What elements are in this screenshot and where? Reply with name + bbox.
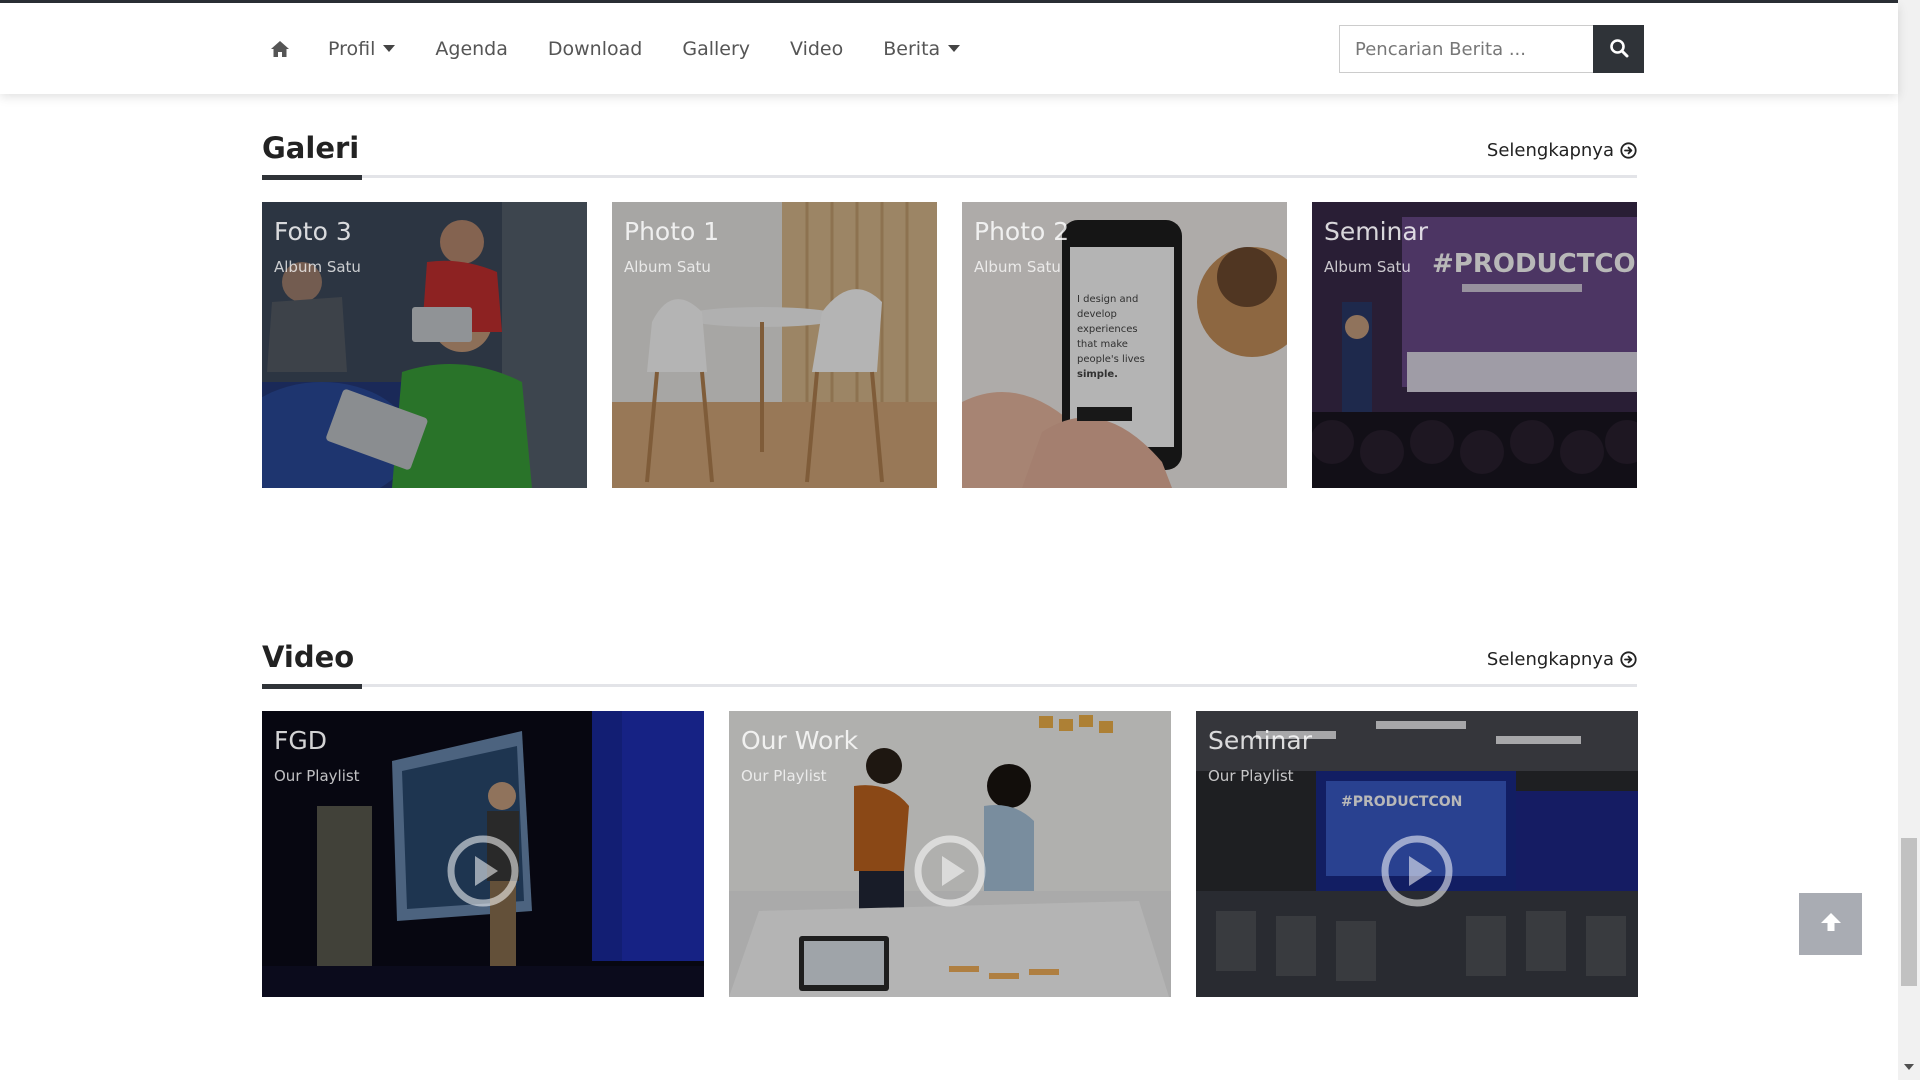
scroll-down-arrow-icon[interactable] [1904,1064,1914,1070]
gallery-card[interactable]: Photo 1 Album Satu [612,202,937,488]
card-subtitle: Our Playlist [1208,767,1294,785]
nav-item-berita[interactable]: Berita [883,37,961,60]
video-card[interactable]: #PRODUCTCON Seminar Our Playlist [1196,711,1638,997]
gallery-more-link[interactable]: Selengkapnya [1487,140,1637,161]
nav-item-label: Gallery [682,37,751,60]
scrollbar[interactable] [1898,0,1920,1080]
caret-down-icon [948,45,961,52]
card-subtitle: Album Satu [1324,258,1411,276]
gallery-card[interactable]: I design and develop experiences that ma… [962,202,1287,488]
card-title: Seminar [1324,217,1428,246]
search-input[interactable] [1339,25,1593,73]
search-button[interactable] [1593,25,1644,73]
circle-arrow-right-icon [1620,651,1637,668]
arrow-up-icon [1819,910,1843,938]
nav-item-label: Profil [328,37,376,60]
section-header: Video Selengkapnya [262,640,1637,690]
video-grid: FGD Our Playlist Our Work Our Playlist #… [262,711,1638,997]
nav-item-label: Agenda [435,37,508,60]
card-subtitle: Album Satu [974,258,1061,276]
video-card[interactable]: FGD Our Playlist [262,711,704,997]
section-title: Galeri [262,131,360,165]
gallery-card[interactable]: #PRODUCTCON Seminar Album Satu [1312,202,1637,488]
navbar: Profil Agenda Download Gallery Video Ber… [0,3,1898,94]
gallery-grid: Foto 3 Album Satu Photo 1 Album Satu I d… [262,202,1637,488]
card-title: Photo 1 [624,217,720,246]
section-divider [262,175,1637,178]
nav-item-agenda[interactable]: Agenda [435,38,508,60]
section-header: Galeri Selengkapnya [262,131,1637,181]
nav-item-label: Berita [883,37,941,60]
nav-item-gallery[interactable]: Gallery [682,38,750,60]
section-title: Video [262,640,355,674]
play-circle-icon[interactable] [446,834,520,908]
more-label: Selengkapnya [1486,140,1614,161]
caret-down-icon [383,45,396,52]
section-divider-accent [262,684,362,689]
section-divider-accent [262,175,362,180]
scroll-to-top-button[interactable] [1799,893,1862,955]
video-more-link[interactable]: Selengkapnya [1487,649,1637,670]
nav-item-label: Download [547,37,643,60]
card-title: FGD [274,726,328,755]
circle-arrow-right-icon [1620,142,1637,159]
search-icon [1609,38,1629,61]
nav-item-profil[interactable]: Profil [328,37,396,60]
nav-item-video[interactable]: Video [790,38,843,60]
section-divider [262,684,1637,687]
scrollbar-thumb[interactable] [1901,838,1917,986]
card-title: Seminar [1208,726,1312,755]
card-subtitle: Album Satu [274,258,361,276]
card-title: Our Work [741,726,859,755]
play-circle-icon[interactable] [913,834,987,908]
card-subtitle: Album Satu [624,258,711,276]
home-icon[interactable] [270,40,290,58]
gallery-card[interactable]: Foto 3 Album Satu [262,202,587,488]
video-card[interactable]: Our Work Our Playlist [729,711,1171,997]
more-label: Selengkapnya [1486,649,1614,670]
card-title: Foto 3 [274,217,352,246]
play-circle-icon[interactable] [1380,834,1454,908]
nav-item-download[interactable]: Download [548,38,642,60]
card-title: Photo 2 [974,217,1070,246]
nav-menu: Profil Agenda Download Gallery Video Ber… [270,3,1000,94]
gallery-section: Galeri Selengkapnya Foto 3 Album Satu Ph… [262,131,1637,488]
search-form [1339,25,1644,73]
card-subtitle: Our Playlist [741,767,827,785]
card-subtitle: Our Playlist [274,767,360,785]
video-section: Video Selengkapnya FGD Our Playlist Our … [262,640,1638,997]
nav-item-label: Video [790,37,844,60]
